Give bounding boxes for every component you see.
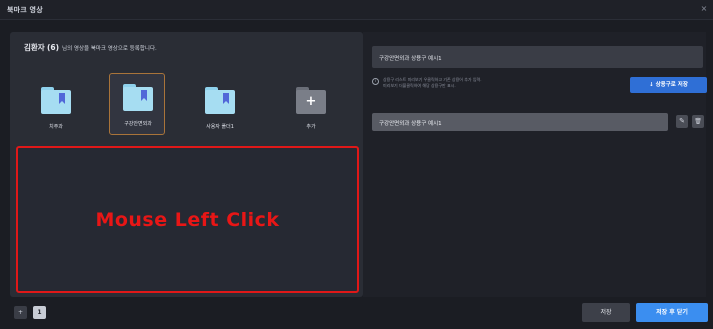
save-and-close-button[interactable]: 저장 후 닫기 (636, 303, 708, 322)
plus-icon: + (305, 94, 317, 109)
folder-item-add[interactable]: + 추가 (284, 79, 338, 139)
folder-item-oral-surgery[interactable]: 구강안면외과 (109, 73, 165, 135)
add-page-button[interactable]: + (14, 306, 27, 319)
mouse-left-click-annotation: Mouse Left Click (95, 208, 280, 231)
title-bar: 북마크 영상 × (0, 0, 713, 20)
patient-name: 김환자 (24, 43, 45, 52)
folder-label: 구강안면외과 (124, 121, 152, 127)
folder-label: 사용자 폴더1 (206, 124, 234, 130)
folder-item-user-folder[interactable]: 사용자 폴더1 (193, 79, 247, 139)
add-folder-icon: + (296, 87, 326, 114)
phrase-input[interactable]: 구강안면외과 상용구 예시1 (372, 46, 703, 68)
info-icon: i (372, 78, 379, 85)
page-number-current[interactable]: 1 (33, 306, 46, 319)
phrase-panel (363, 32, 706, 297)
save-button[interactable]: 저장 (582, 303, 630, 322)
bookmark-folder-icon (205, 87, 235, 114)
heading-description: 님의 영상을 북마크 영상으로 등록합니다. (62, 46, 157, 52)
bookmark-folder-icon (41, 87, 71, 114)
delete-icon[interactable]: 🗑 (692, 115, 704, 128)
folder-label: 추가 (306, 124, 316, 130)
info-line-2: 미리보기 더블클릭하여 해당 상용구만 표시. (383, 82, 456, 88)
folder-item-periodontics[interactable]: 치주과 (29, 79, 83, 139)
phrase-list-item[interactable]: 구강안면외과 상용구 예시1 (372, 113, 668, 131)
close-icon[interactable]: × (699, 4, 709, 14)
image-drop-area[interactable]: Mouse Left Click (16, 146, 359, 293)
save-as-phrase-button[interactable]: ↓ 상용구로 저장 (630, 77, 707, 93)
edit-icon[interactable]: ✎ (676, 115, 688, 128)
patient-count: (6) (46, 43, 60, 52)
bookmark-folder-icon (123, 84, 153, 111)
info-text: 상용구 리스트 미리보기 우클릭하고 기존 상용어 추가 입력. 미리보기 더블… (383, 77, 583, 88)
window-title: 북마크 영상 (7, 5, 43, 14)
folder-label: 치주과 (49, 124, 63, 130)
patient-heading: 김환자 (6) 님의 영상을 북마크 영상으로 등록합니다. (24, 42, 157, 53)
